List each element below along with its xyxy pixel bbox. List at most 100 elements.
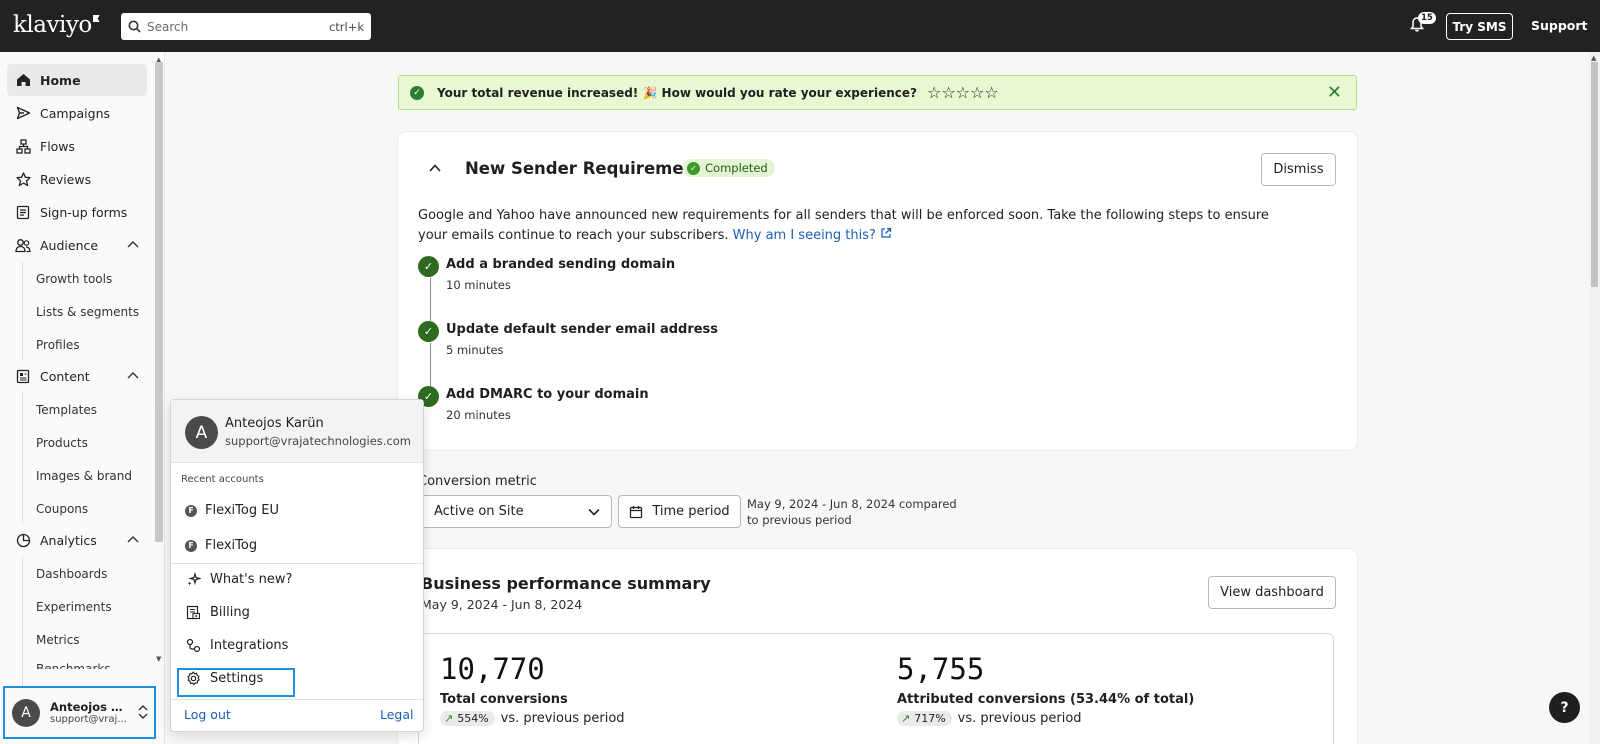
change-suffix: vs. previous period — [957, 711, 1082, 726]
menu-item-whats-new[interactable]: What's new? — [185, 571, 292, 587]
conversion-metric-label: Conversion metric — [418, 474, 537, 489]
metric-value: 5,755 — [897, 652, 985, 686]
trend-up-icon: ↗ — [444, 712, 454, 725]
sidebar-item-dashboards[interactable]: Dashboards — [36, 567, 107, 581]
change-badge: ↗ 554% — [440, 711, 495, 726]
rating-stars[interactable]: ☆☆☆☆☆ — [927, 83, 999, 102]
conversion-metric-select[interactable]: Active on Site — [418, 495, 612, 528]
menu-item-integrations[interactable]: Integrations — [185, 637, 288, 653]
sidebar-item-label: Analytics — [40, 532, 97, 548]
step-duration: 20 minutes — [446, 408, 511, 422]
sidebar-item-metrics[interactable]: Metrics — [36, 633, 80, 647]
sidebar-item-signup-forms[interactable]: Sign-up forms — [7, 196, 147, 228]
help-button[interactable]: ? — [1549, 692, 1580, 723]
billing-icon — [185, 604, 201, 620]
step-duration: 5 minutes — [446, 343, 504, 357]
sidebar-item-label: Audience — [40, 237, 99, 253]
external-link-icon — [881, 227, 892, 238]
status-badge: ✓ Completed — [683, 159, 775, 177]
sidebar-scrollbar[interactable] — [155, 62, 163, 542]
sidebar-item-lists-segments[interactable]: Lists & segments — [36, 305, 139, 319]
sidebar-item-images-brand[interactable]: Images & brand — [36, 469, 132, 483]
support-link[interactable]: Support — [1531, 18, 1588, 33]
search-input[interactable]: Search ctrl+k — [121, 13, 371, 40]
sidebar-item-growth-tools[interactable]: Growth tools — [36, 272, 112, 286]
close-icon[interactable]: ✕ — [1327, 82, 1342, 103]
notification-badge: 15 — [1418, 12, 1436, 24]
home-icon — [15, 72, 31, 88]
section-title: Business performance summary — [421, 574, 711, 593]
menu-item-billing[interactable]: Billing — [185, 604, 250, 620]
recent-accounts-label: Recent accounts — [181, 474, 264, 485]
page-scrollbar-thumb[interactable] — [1591, 62, 1598, 287]
account-menu-header: A Anteojos Karün support@vrajatechnologi… — [171, 400, 423, 463]
metric-change: ↗ 717% vs. previous period — [897, 711, 1194, 726]
metric-label: Total conversions — [440, 692, 568, 707]
menu-item-label: Integrations — [210, 637, 289, 653]
recent-account-flexitog-eu[interactable]: F FlexiTog EU — [185, 503, 279, 518]
account-label: FlexiTog EU — [205, 503, 279, 518]
logout-link[interactable]: Log out — [184, 707, 231, 722]
analytics-sub-line — [22, 557, 23, 687]
check-circle-icon: ✓ — [418, 321, 439, 342]
sidebar-item-home[interactable]: Home — [7, 64, 147, 96]
sidebar-item-coupons[interactable]: Coupons — [36, 502, 88, 516]
sidebar-item-benchmarks[interactable]: Benchmarks — [36, 660, 111, 669]
sidebar-item-profiles[interactable]: Profiles — [36, 338, 80, 352]
step-title[interactable]: Add a branded sending domain — [446, 257, 675, 272]
account-email: support@vrajatechnologies.com — [225, 434, 412, 448]
chevron-up-icon[interactable] — [127, 240, 139, 248]
divider — [171, 699, 423, 700]
check-circle-icon: ✓ — [418, 256, 439, 277]
step-connector — [430, 343, 431, 386]
view-dashboard-button[interactable]: View dashboard — [1208, 576, 1336, 609]
banner-message: Your total revenue increased! 🎉 How woul… — [437, 85, 917, 100]
menu-item-settings[interactable]: Settings — [185, 670, 263, 686]
sidebar-item-content[interactable]: Content — [7, 360, 147, 392]
step-title[interactable]: Update default sender email address — [446, 322, 718, 337]
scroll-up-arrow-icon[interactable]: ▲ — [1591, 54, 1596, 62]
why-am-i-seeing-this-link[interactable]: Why am I seeing this? — [732, 227, 892, 243]
sidebar-item-label: Reviews — [40, 171, 92, 187]
step-title[interactable]: Add DMARC to your domain — [446, 387, 649, 402]
analytics-icon — [15, 532, 31, 548]
avatar: A — [12, 698, 40, 727]
link-text: Why am I seeing this? — [732, 228, 876, 243]
recent-account-flexitog[interactable]: F FlexiTog — [185, 538, 257, 553]
step-duration: 10 minutes — [446, 278, 511, 292]
sidebar-item-reviews[interactable]: Reviews — [7, 163, 147, 195]
sidebar-item-audience[interactable]: Audience — [7, 229, 147, 261]
chevron-up-icon[interactable] — [127, 371, 139, 379]
menu-item-label: Settings — [210, 670, 264, 686]
business-performance-card: Business performance summary May 9, 2024… — [398, 549, 1357, 744]
flows-icon — [15, 138, 31, 154]
metric-label: Attributed conversions (53.44% of total) — [897, 692, 1195, 707]
metric-total-conversions: 10,770 Total conversions ↗ 554% vs. previ… — [440, 652, 625, 726]
try-sms-button[interactable]: Try SMS — [1446, 13, 1513, 40]
dismiss-button[interactable]: Dismiss — [1261, 153, 1336, 186]
top-bar: klaviyo Search ctrl+k 15 Try SMS Support — [0, 0, 1600, 52]
chevron-up-icon[interactable] — [127, 535, 139, 543]
sidebar-item-experiments[interactable]: Experiments — [36, 600, 112, 614]
logo-flag-icon — [92, 15, 100, 22]
sidebar-item-products[interactable]: Products — [36, 436, 88, 450]
legal-link[interactable]: Legal — [380, 707, 414, 722]
sidebar-item-label: Campaigns — [40, 105, 111, 121]
notifications-button[interactable]: 15 — [1409, 12, 1436, 34]
sidebar-item-campaigns[interactable]: Campaigns — [7, 97, 147, 129]
metric-change: ↗ 554% vs. previous period — [440, 711, 625, 726]
content-icon — [15, 368, 31, 384]
status-text: Completed — [705, 161, 768, 175]
klaviyo-logo[interactable]: klaviyo — [13, 12, 100, 38]
calendar-icon — [630, 505, 643, 518]
sidebar-item-flows[interactable]: Flows — [7, 130, 147, 162]
sidebar-item-templates[interactable]: Templates — [36, 403, 97, 417]
section-subtitle: May 9, 2024 - Jun 8, 2024 — [421, 597, 583, 612]
sidebar-item-analytics[interactable]: Analytics — [7, 524, 147, 556]
scroll-down-arrow-icon[interactable]: ▼ — [156, 655, 161, 663]
chevron-up-icon[interactable] — [428, 161, 442, 175]
page-scrollbar[interactable]: ▲ — [1589, 52, 1600, 744]
time-period-button[interactable]: Time period — [618, 495, 741, 528]
account-menu: A Anteojos Karün support@vrajatechnologi… — [170, 399, 424, 732]
account-switcher[interactable]: A Anteojos K... support@vraj... — [3, 686, 156, 739]
